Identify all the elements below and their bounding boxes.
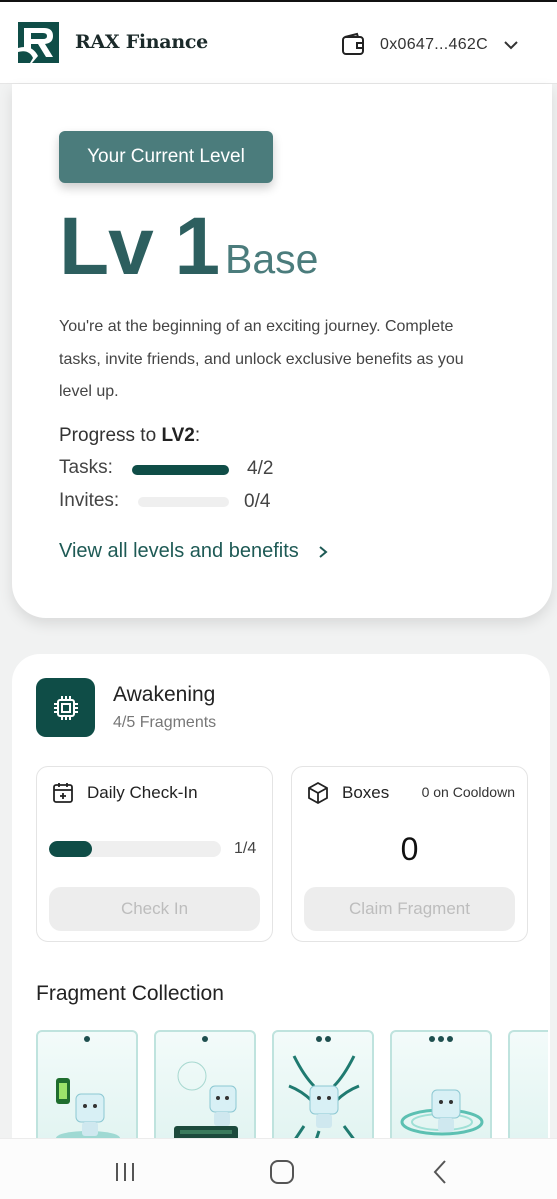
tasks-progress-fill <box>132 465 229 475</box>
app-header: RAX Finance 0x0647...462C <box>0 2 557 84</box>
system-nav-bar <box>0 1138 557 1199</box>
tasks-progress-bar <box>132 465 229 475</box>
wallet-button[interactable]: 0x0647...462C <box>340 30 520 60</box>
view-levels-label: View all levels and benefits <box>59 540 299 562</box>
cube-icon <box>308 781 328 805</box>
checkin-progress-text: 1/4 <box>234 840 257 857</box>
chevron-right-icon <box>319 545 328 558</box>
check-in-button[interactable]: Check In <box>49 887 260 931</box>
fragment-dots <box>38 1036 136 1042</box>
tasks-label: Tasks: <box>59 457 113 478</box>
fragment-dots <box>156 1036 254 1042</box>
home-icon[interactable] <box>267 1157 297 1187</box>
level-card: Your Current Level Lv 1 Base You're at t… <box>12 84 552 618</box>
cooldown-status: 0 on Cooldown <box>421 784 515 800</box>
recent-apps-icon[interactable] <box>110 1157 140 1187</box>
fragment-dots <box>392 1036 490 1042</box>
tasks-value: 4/2 <box>247 458 274 479</box>
invites-label: Invites: <box>59 490 120 511</box>
level-description: You're at the beginning of an exciting j… <box>59 318 464 400</box>
boxes-label: Boxes <box>342 783 390 802</box>
invites-value: 0/4 <box>244 491 271 512</box>
daily-checkin-label: Daily Check-In <box>87 783 198 802</box>
wallet-address: 0x0647...462C <box>380 36 488 53</box>
brand-name: RAX Finance <box>75 31 208 53</box>
fragment-collection-title: Fragment Collection <box>36 982 224 1005</box>
awakening-card: Awakening 4/5 Fragments Daily Check-In 1… <box>12 654 550 1160</box>
checkin-progress-bar <box>49 841 221 857</box>
awakening-subtitle: 4/5 Fragments <box>113 714 217 731</box>
rax-logo-icon[interactable] <box>18 22 59 63</box>
boxes-box: Boxes 0 on Cooldown 0 Claim Fragment <box>291 766 528 942</box>
progress-target: LV2 <box>161 425 195 446</box>
level-name: Base <box>225 236 319 282</box>
invites-progress-bar <box>138 497 229 507</box>
chip-icon-box <box>36 678 95 737</box>
daily-checkin-box: Daily Check-In 1/4 Check In <box>36 766 273 942</box>
chip-icon <box>53 695 78 720</box>
chevron-down-icon <box>504 41 518 50</box>
wallet-icon <box>342 32 364 55</box>
current-level-badge: Your Current Level <box>59 131 273 183</box>
level-number: Lv 1 <box>59 201 220 292</box>
view-levels-link[interactable]: View all levels and benefits <box>59 540 329 563</box>
claim-fragment-button[interactable]: Claim Fragment <box>304 887 515 931</box>
boxes-count: 0 <box>400 831 419 867</box>
awakening-title: Awakening <box>113 683 216 706</box>
checkin-progress-fill <box>49 841 92 857</box>
back-icon[interactable] <box>426 1157 456 1187</box>
calendar-plus-icon <box>53 783 73 803</box>
fragment-dots <box>274 1036 372 1042</box>
progress-title: Progress to LV2: <box>59 425 201 446</box>
